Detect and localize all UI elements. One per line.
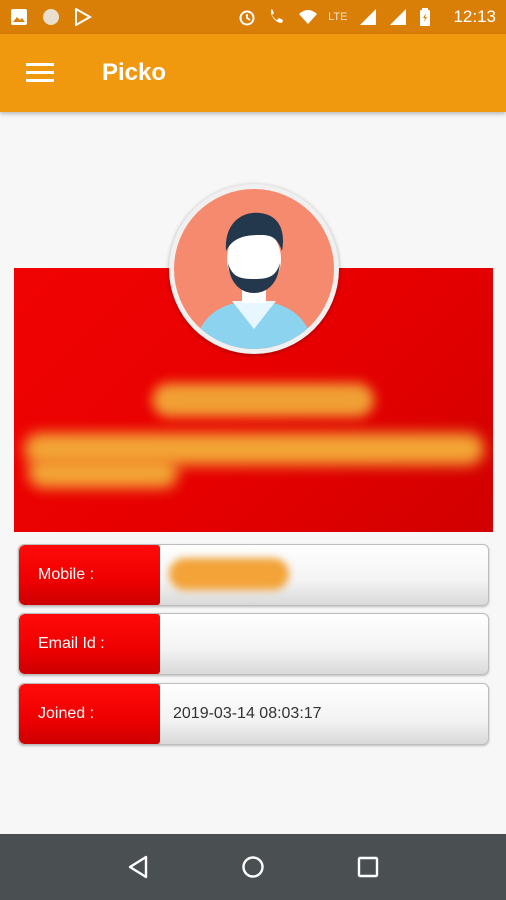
menu-button[interactable] xyxy=(0,34,80,112)
network-type-label: LTE xyxy=(328,11,348,23)
mobile-label: Mobile : xyxy=(19,545,160,605)
joined-label: Joined : xyxy=(19,684,160,744)
joined-row: Joined : 2019-03-14 08:03:17 xyxy=(18,683,489,745)
signal-icon xyxy=(359,8,377,26)
home-circle-icon xyxy=(242,856,264,878)
email-label: Email Id : xyxy=(19,614,160,674)
home-button[interactable] xyxy=(228,842,278,892)
recents-button[interactable] xyxy=(343,842,393,892)
status-bar: LTE 12:13 xyxy=(0,0,506,34)
back-triangle-icon xyxy=(128,855,147,879)
avatar[interactable] xyxy=(169,184,339,354)
recents-square-icon xyxy=(358,856,379,878)
circle-icon xyxy=(42,8,60,26)
joined-value: 2019-03-14 08:03:17 xyxy=(173,705,322,722)
battery-icon xyxy=(419,8,437,26)
alarm-icon xyxy=(238,8,256,26)
play-store-icon xyxy=(74,7,93,27)
hamburger-menu-icon xyxy=(26,63,54,82)
blurred-user-address-2 xyxy=(28,458,178,488)
status-time: 12:13 xyxy=(453,7,496,26)
mobile-row: Mobile : xyxy=(18,544,489,606)
system-navigation-bar xyxy=(0,834,506,900)
app-title: Picko xyxy=(102,59,167,86)
avatar-icon xyxy=(174,189,334,349)
blurred-mobile-value xyxy=(169,558,289,590)
wifi-icon xyxy=(298,8,318,26)
image-icon xyxy=(10,8,28,26)
blurred-user-name xyxy=(152,383,374,417)
back-button[interactable] xyxy=(113,842,163,892)
volte-call-icon xyxy=(268,8,286,26)
email-row: Email Id : xyxy=(18,613,489,675)
signal-icon-2 xyxy=(389,8,407,26)
app-bar: Picko xyxy=(0,34,506,112)
